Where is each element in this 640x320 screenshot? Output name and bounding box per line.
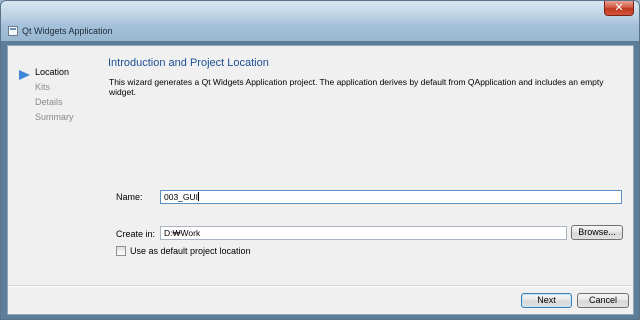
name-label: Name: <box>116 192 143 202</box>
footer-separator-highlight <box>8 286 633 287</box>
step-location: Location <box>35 67 70 77</box>
close-icon: ✕ <box>614 1 624 14</box>
wizard-client-area: Location Kits Details Summary Introducti… <box>7 45 634 315</box>
create-in-input[interactable]: D:₩Work <box>160 226 567 240</box>
wizard-steps-sidebar: Location Kits Details Summary <box>8 46 102 286</box>
page-description: This wizard generates a Qt Widgets Appli… <box>109 77 604 97</box>
step-summary: Summary <box>35 112 74 122</box>
text-caret <box>198 192 200 201</box>
window-icon <box>8 26 18 36</box>
step-details: Details <box>35 97 63 107</box>
name-input-value: 003_GUI <box>164 192 199 202</box>
wizard-window: Qt Widgets Application ✕ Location Kits D… <box>0 0 640 320</box>
window-title: Qt Widgets Application <box>22 26 113 36</box>
cancel-button[interactable]: Cancel <box>577 293 629 308</box>
step-kits: Kits <box>35 82 51 92</box>
create-in-label: Create in: <box>116 229 156 239</box>
default-location-checkbox[interactable] <box>116 246 126 256</box>
arrow-right-icon <box>19 70 30 80</box>
page-title: Introduction and Project Location <box>108 57 269 69</box>
default-location-label[interactable]: Use as default project location <box>130 246 251 256</box>
next-button[interactable]: Next <box>521 293 572 308</box>
create-in-input-value: D:₩Work <box>164 228 201 238</box>
title-bar-gloss <box>1 1 639 23</box>
browse-button[interactable]: Browse... <box>571 225 623 240</box>
close-button[interactable]: ✕ <box>604 1 634 16</box>
name-input[interactable]: 003_GUI <box>160 190 622 204</box>
